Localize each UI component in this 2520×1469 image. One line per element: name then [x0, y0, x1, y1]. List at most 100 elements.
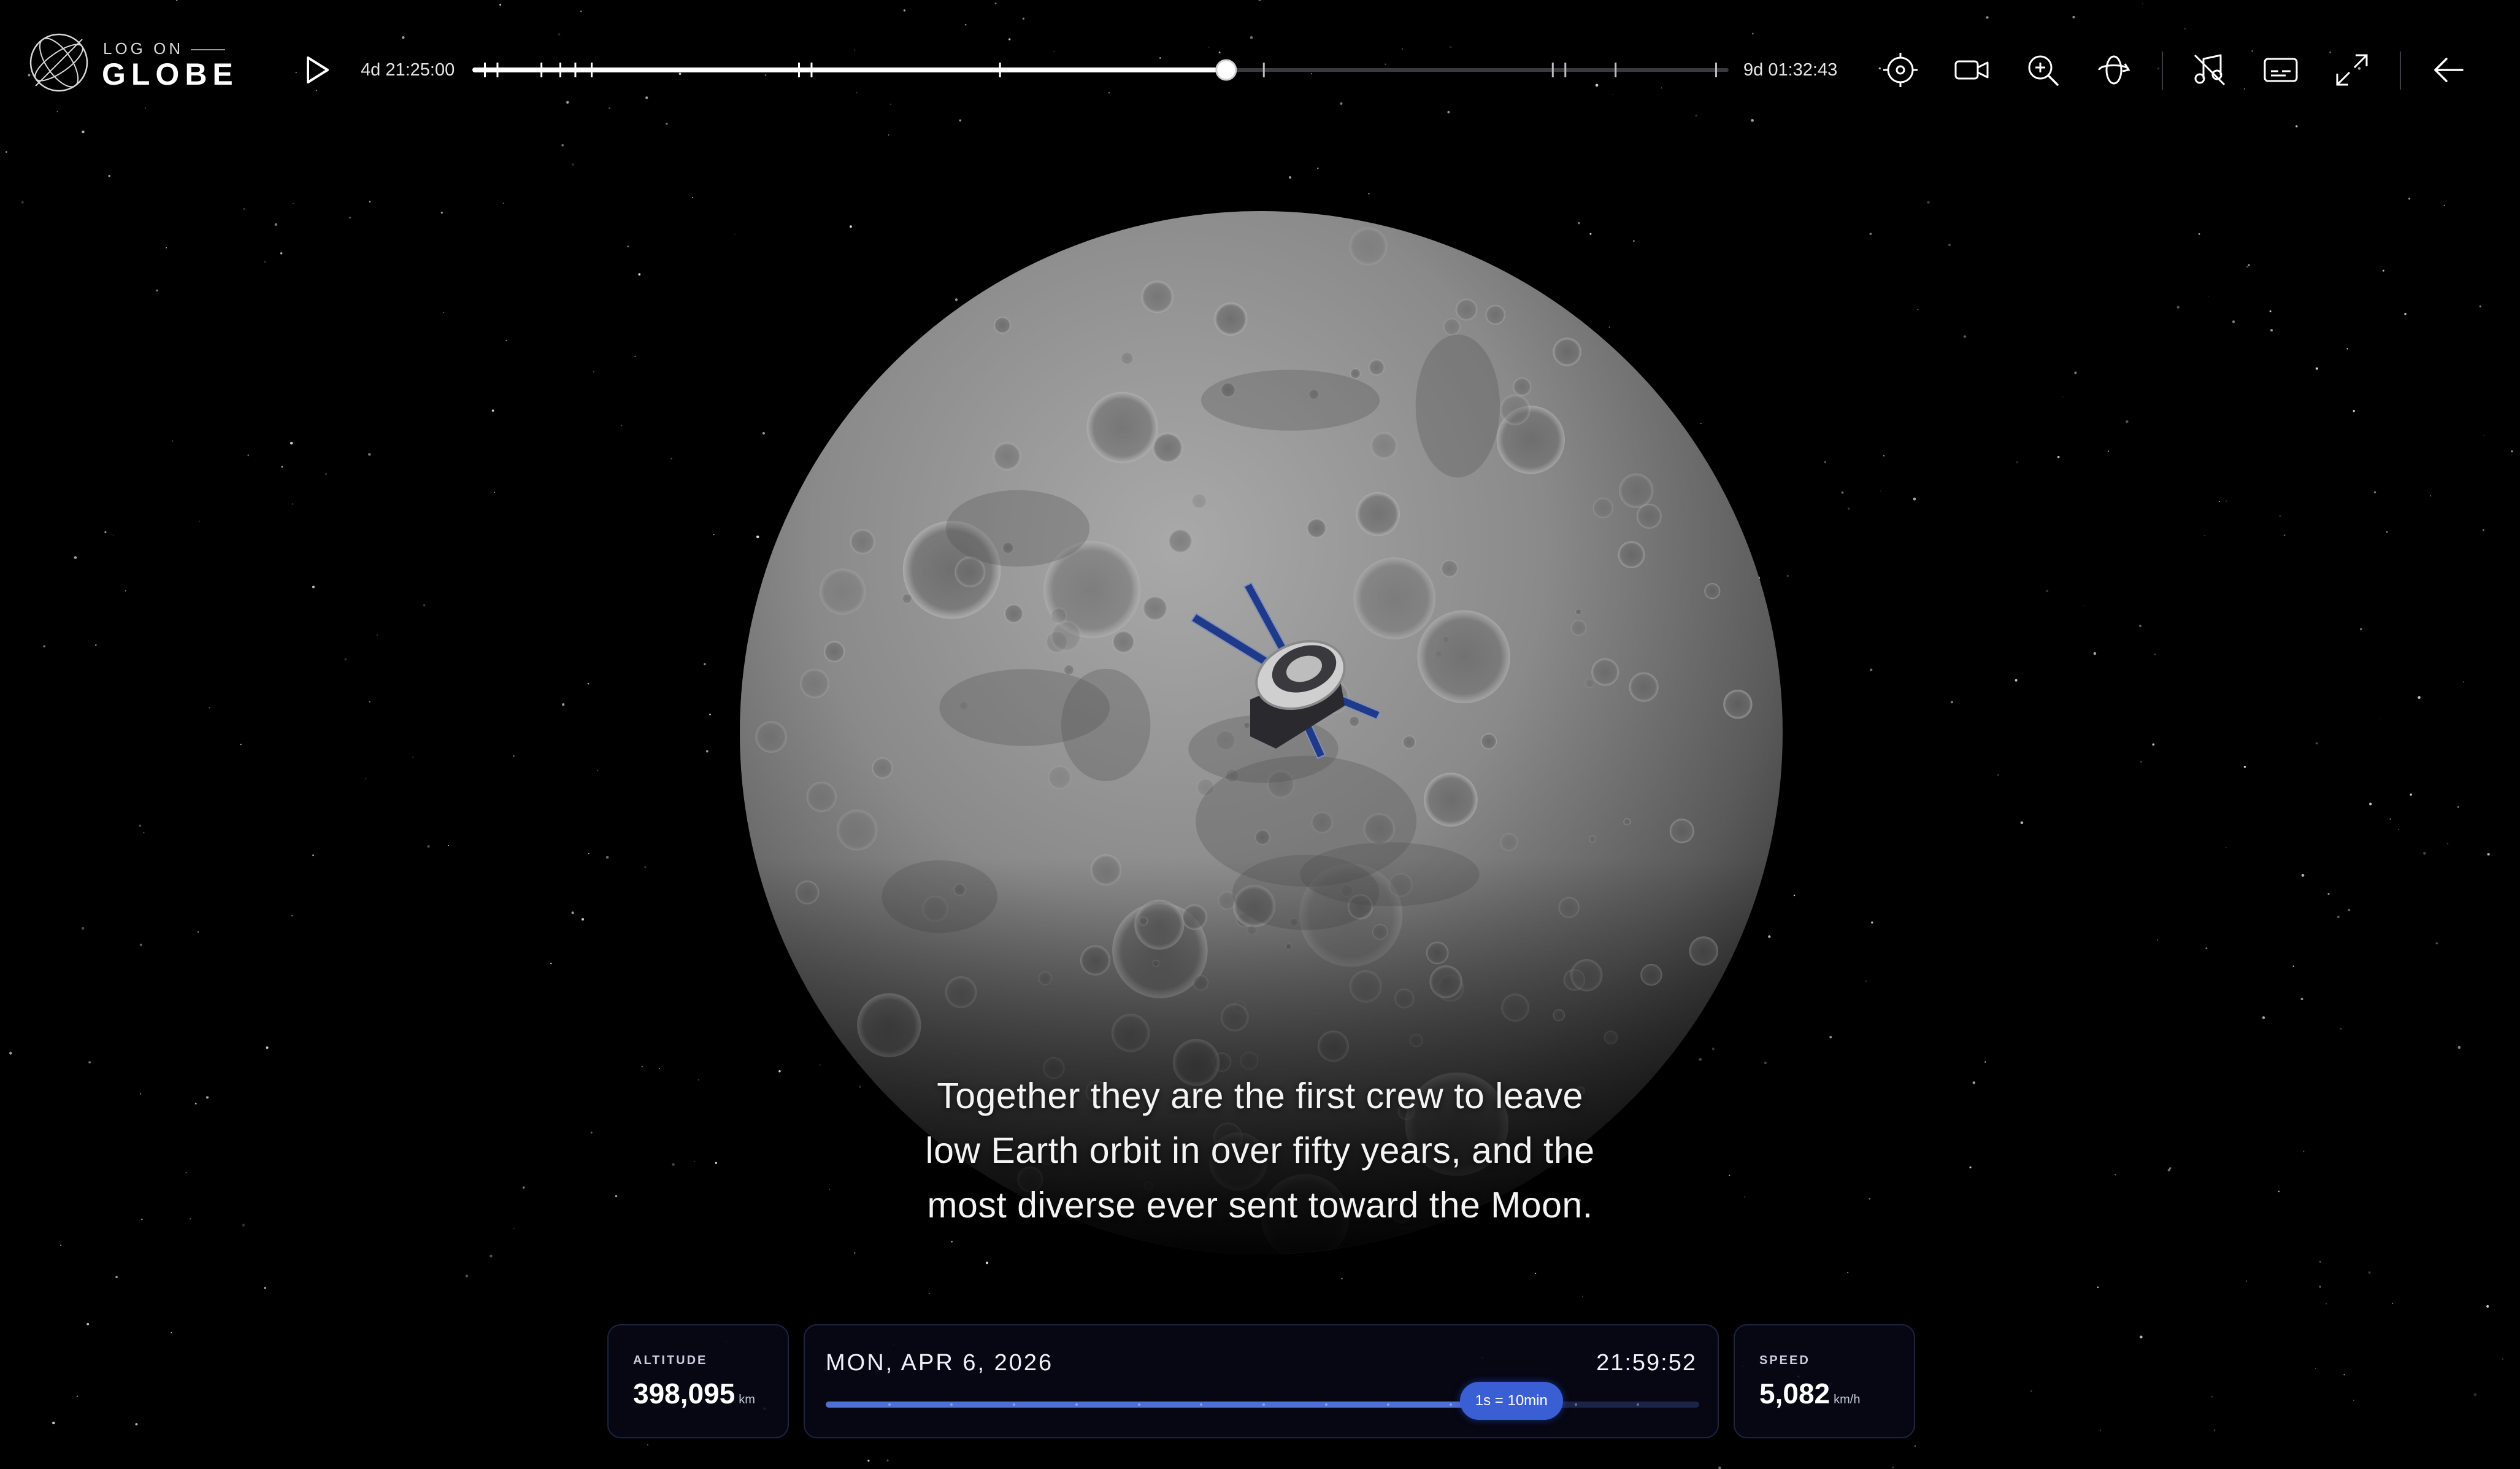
- star: [670, 457, 672, 460]
- star: [2140, 761, 2143, 763]
- star: [593, 371, 594, 372]
- star: [280, 252, 283, 255]
- star: [715, 1162, 718, 1165]
- star: [1880, 490, 1881, 492]
- star: [886, 1459, 889, 1462]
- star: [2016, 461, 2019, 464]
- star: [597, 770, 599, 771]
- star: [2359, 628, 2362, 631]
- star: [81, 927, 85, 930]
- speed-value: 5,082 km/h: [1759, 1378, 1861, 1409]
- orbit-icon[interactable]: [2094, 50, 2134, 90]
- star: [647, 1444, 648, 1446]
- star: [198, 520, 201, 523]
- star: [2301, 874, 2305, 877]
- star: [264, 261, 266, 263]
- star: [5, 151, 7, 153]
- star: [242, 1224, 245, 1227]
- timeline-playhead[interactable]: [1215, 59, 1237, 81]
- star: [502, 202, 504, 204]
- time-scale-handle[interactable]: 1s = 10min: [1459, 1382, 1563, 1420]
- star: [2404, 312, 2407, 315]
- star: [2152, 743, 2155, 746]
- star: [2483, 529, 2484, 531]
- star: [2246, 1280, 2247, 1282]
- star: [2325, 1303, 2327, 1305]
- star: [2457, 806, 2459, 808]
- back-arrow-icon[interactable]: [2429, 50, 2468, 90]
- star: [491, 409, 494, 412]
- star: [694, 1161, 696, 1162]
- globe-icon: [29, 33, 88, 92]
- zoom-in-icon[interactable]: [2023, 50, 2062, 90]
- star: [2169, 1167, 2172, 1170]
- star: [513, 755, 515, 757]
- star: [1865, 980, 1867, 982]
- star: [641, 1065, 643, 1068]
- app-stage[interactable]: LOG ON GLOBE 4d 21:25:00 9d 01:32:43 Tog…: [0, 0, 2520, 1469]
- star: [2097, 1286, 2099, 1289]
- star: [141, 1218, 143, 1220]
- fullscreen-icon[interactable]: [2332, 50, 2372, 90]
- star: [2327, 893, 2330, 895]
- logo[interactable]: LOG ON GLOBE: [27, 28, 236, 96]
- star: [2278, 1190, 2280, 1192]
- star: [194, 1103, 197, 1105]
- captions-icon[interactable]: [2261, 50, 2300, 90]
- star: [440, 212, 443, 214]
- speed-unit: km/h: [1834, 1393, 1861, 1406]
- logo-tagline: LOG ON: [103, 39, 226, 58]
- time-scale-slider[interactable]: [826, 1402, 1699, 1408]
- caption-line: most diverse ever sent toward the Moon.: [927, 1185, 1593, 1225]
- star: [2408, 198, 2411, 200]
- star: [1969, 1166, 1972, 1169]
- star: [43, 645, 45, 647]
- star: [2062, 396, 2064, 398]
- caption-line: Together they are the first crew to leav…: [937, 1076, 1583, 1116]
- star: [2382, 269, 2384, 272]
- orion-capsule[interactable]: [1184, 577, 1393, 773]
- star: [21, 201, 24, 204]
- target-icon[interactable]: [1881, 50, 1920, 90]
- star: [1718, 1467, 1721, 1469]
- star: [638, 273, 641, 276]
- star: [588, 852, 590, 855]
- star: [2283, 534, 2286, 536]
- mission-clock: 21:59:52: [1596, 1350, 1697, 1376]
- mission-timeline[interactable]: [472, 52, 1729, 88]
- timeline-end-time: 9d 01:32:43: [1743, 60, 1838, 80]
- star: [615, 1195, 618, 1198]
- star: [2207, 295, 2209, 297]
- star: [2348, 909, 2351, 912]
- star: [1997, 774, 1999, 776]
- star: [1368, 193, 1370, 195]
- star: [587, 682, 590, 685]
- star: [2511, 450, 2513, 453]
- star: [1972, 1081, 1976, 1084]
- play-button[interactable]: [299, 53, 334, 87]
- camera-icon[interactable]: [1952, 50, 1991, 90]
- star: [2093, 652, 2097, 655]
- star: [2303, 1151, 2305, 1152]
- music-icon[interactable]: [2190, 50, 2229, 90]
- star: [1950, 701, 1954, 704]
- star: [1317, 168, 1319, 169]
- star: [2269, 310, 2272, 312]
- datetime-card: MON, APR 6, 2026 21:59:52 1s = 10min: [804, 1324, 1719, 1438]
- star: [2300, 998, 2303, 1001]
- star: [293, 202, 294, 204]
- star: [2154, 654, 2156, 655]
- star: [713, 533, 715, 536]
- star: [572, 163, 574, 166]
- star: [1841, 491, 1844, 494]
- star: [691, 196, 694, 198]
- star: [698, 1079, 699, 1081]
- star: [2243, 765, 2246, 768]
- timeline-progress: [472, 67, 1226, 72]
- star: [2279, 515, 2281, 517]
- star: [2386, 531, 2388, 533]
- star: [88, 1061, 91, 1064]
- time-scale-tick: [1075, 1403, 1078, 1406]
- star: [156, 289, 158, 292]
- star: [369, 201, 371, 202]
